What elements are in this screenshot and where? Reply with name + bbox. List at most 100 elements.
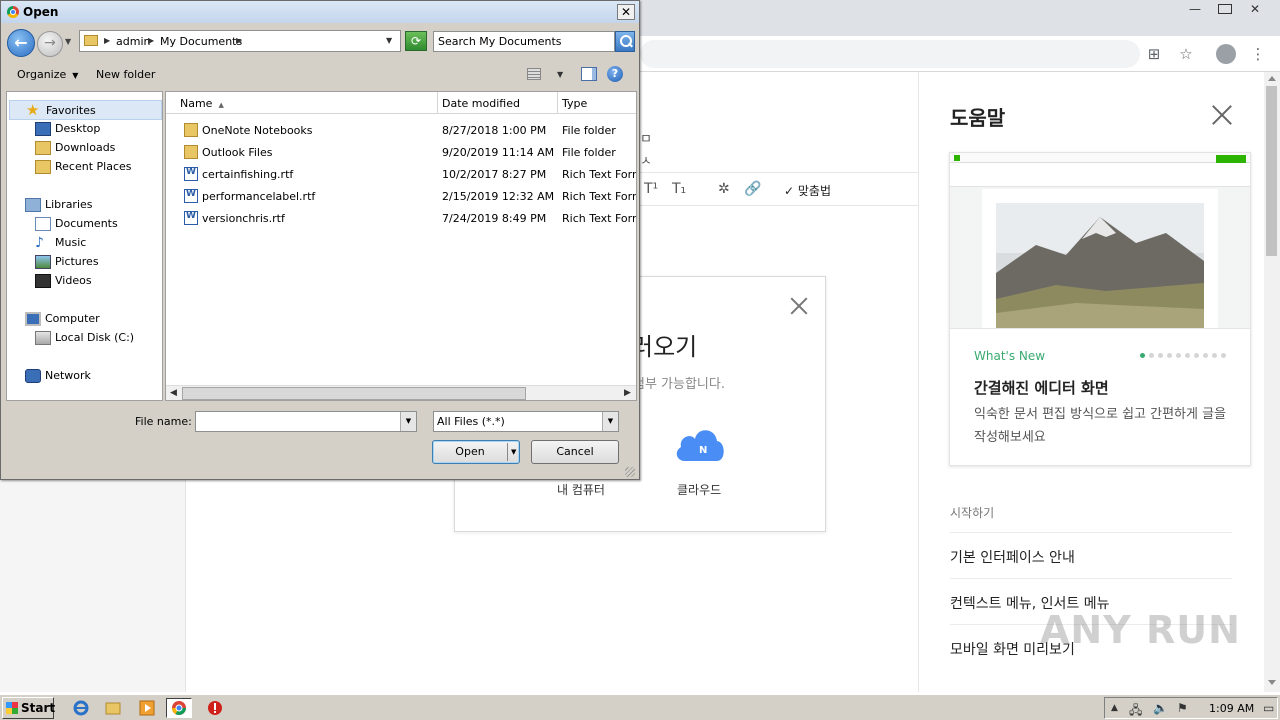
dialog-close-button[interactable]: ✕ [617, 4, 635, 20]
nav-item-local-disk[interactable]: Local Disk (C:) [35, 331, 134, 345]
file-row[interactable]: performancelabel.rtf 2/15/2019 12:32 AM … [166, 186, 636, 208]
chevron-down-icon[interactable]: ▼ [557, 70, 563, 79]
file-name-input[interactable] [196, 412, 396, 430]
carousel-dots[interactable] [1140, 353, 1226, 358]
link-icon[interactable]: 🔗 [744, 181, 761, 197]
nav-item-libraries[interactable]: Libraries [25, 198, 93, 212]
recent-pages-chevron-icon[interactable]: ▼ [65, 37, 71, 46]
chrome-taskbar-icon[interactable] [166, 698, 192, 718]
nav-item-favorites[interactable]: ★ Favorites [9, 100, 162, 120]
breadcrumb-admin[interactable]: admin [116, 35, 150, 48]
action-center-flag-icon[interactable]: ⚑ [1177, 701, 1188, 715]
change-view-icon[interactable] [527, 68, 541, 80]
special-char-icon[interactable]: ✲ [718, 181, 730, 197]
navigation-row: ← → ▼ ▶ admin ▶ My Documents ▶ ▼ ⟳ [1, 25, 639, 59]
file-type-filter[interactable]: All Files (*.*) ▼ [433, 411, 619, 432]
modal-close-icon[interactable] [787, 295, 811, 319]
dialog-title-bar[interactable]: Open ✕ [1, 1, 639, 23]
address-bar[interactable] [640, 40, 1140, 68]
nav-item-downloads[interactable]: Downloads [35, 141, 115, 155]
stop-sign-icon[interactable] [202, 698, 228, 718]
nav-item-pictures[interactable]: Pictures [35, 255, 99, 269]
internet-explorer-icon[interactable] [68, 698, 94, 718]
media-player-icon[interactable] [134, 698, 160, 718]
volume-icon[interactable]: 🔈 [1153, 701, 1168, 715]
chevron-right-icon[interactable]: ▶ [104, 36, 110, 45]
column-header-name[interactable]: Name ▲ [166, 92, 438, 114]
chrome-icon [7, 6, 19, 18]
breadcrumb-my-documents[interactable]: My Documents [160, 35, 242, 48]
file-name: OneNote Notebooks [202, 124, 313, 137]
preview-pane-icon[interactable] [581, 67, 597, 81]
column-header-type[interactable]: Type [558, 92, 636, 114]
column-label: Name [180, 97, 213, 110]
refresh-icon[interactable]: ⟳ [405, 31, 427, 51]
nav-item-computer[interactable]: Computer [25, 312, 100, 326]
hidden-text-fragment: ㅅ [640, 154, 652, 169]
search-box[interactable] [433, 31, 615, 52]
chevron-down-icon[interactable]: ▼ [602, 412, 618, 431]
scroll-up-icon[interactable] [1268, 76, 1276, 81]
file-row[interactable]: Outlook Files 9/20/2019 11:14 AM File fo… [166, 142, 636, 164]
file-row[interactable]: certainfishing.rtf 10/2/2017 8:27 PM Ric… [166, 164, 636, 186]
file-name-combo[interactable]: ▼ [195, 411, 417, 432]
file-row[interactable]: versionchris.rtf 7/24/2019 8:49 PM Rich … [166, 208, 636, 230]
nav-item-network[interactable]: Network [25, 369, 91, 383]
scroll-down-icon[interactable] [1268, 680, 1276, 685]
network-tray-icon[interactable]: 🖧 [1129, 701, 1142, 720]
nav-item-documents[interactable]: Documents [35, 217, 118, 231]
horizontal-scrollbar[interactable]: ◀ ▶ [166, 385, 636, 400]
scroll-thumb[interactable] [1266, 86, 1277, 256]
nav-item-videos[interactable]: Videos [35, 274, 92, 288]
nav-item-recent-places[interactable]: Recent Places [35, 160, 132, 174]
chevron-down-icon[interactable]: ▼ [400, 412, 416, 431]
search-icon[interactable] [615, 31, 635, 52]
folder-icon [184, 145, 198, 159]
file-explorer-icon[interactable] [100, 698, 126, 718]
resize-grip-icon[interactable] [625, 467, 635, 477]
profile-avatar-icon[interactable] [1214, 42, 1238, 66]
organize-menu[interactable]: Organize ▼ [17, 68, 78, 81]
bookmark-star-icon[interactable]: ☆ [1174, 42, 1198, 66]
cancel-button[interactable]: Cancel [531, 440, 619, 464]
file-row[interactable]: OneNote Notebooks 8/27/2018 1:00 PM File… [166, 120, 636, 142]
open-options-chevron-icon[interactable]: ▼ [511, 441, 516, 463]
superscript-button[interactable]: T¹ [644, 181, 658, 197]
close-window-button[interactable]: ✕ [1242, 0, 1268, 18]
minimize-button[interactable]: — [1182, 0, 1208, 18]
help-icon[interactable]: ? [607, 66, 623, 82]
recent-places-icon [35, 160, 51, 174]
new-folder-button[interactable]: New folder [96, 68, 155, 81]
browser-menu-icon[interactable]: ⋮ [1246, 42, 1270, 66]
chevron-right-icon[interactable]: ▶ [236, 36, 242, 45]
my-computer-option[interactable]: 내 컴퓨터 [557, 481, 605, 498]
scroll-thumb[interactable] [182, 387, 526, 400]
restore-button[interactable] [1212, 0, 1238, 18]
scroll-left-icon[interactable]: ◀ [170, 388, 177, 398]
rtf-document-icon [184, 211, 198, 225]
show-desktop-icon[interactable]: ▭ [1263, 701, 1274, 715]
subscript-button[interactable]: T₁ [672, 181, 686, 197]
forward-arrow-icon[interactable]: → [37, 31, 63, 57]
nav-item-desktop[interactable]: Desktop [35, 122, 100, 136]
search-input[interactable] [434, 32, 610, 50]
help-link[interactable]: 기본 인터페이스 안내 [950, 532, 1232, 578]
getting-started-label: 시작하기 [950, 506, 995, 520]
help-close-icon[interactable] [1211, 104, 1233, 126]
spellcheck-button[interactable]: ✓ 맞춤법 [784, 182, 831, 199]
translate-icon[interactable]: ⊞ [1142, 42, 1166, 66]
scroll-right-icon[interactable]: ▶ [624, 388, 631, 398]
cloud-icon[interactable]: N [673, 423, 727, 463]
start-button[interactable]: Start [2, 697, 55, 719]
page-scrollbar[interactable] [1264, 72, 1280, 692]
chevron-down-icon[interactable]: ▼ [386, 36, 392, 45]
column-header-date[interactable]: Date modified [438, 92, 558, 114]
breadcrumb[interactable]: ▶ admin ▶ My Documents ▶ ▼ [79, 30, 401, 52]
cloud-option[interactable]: 클라우드 [677, 481, 721, 498]
back-arrow-icon[interactable]: ← [7, 29, 35, 57]
tray-expand-icon[interactable]: ▲ [1111, 703, 1118, 713]
whats-new-card[interactable]: What's New 간결해진 에디터 화면 익숙한 문서 편집 방식으로 쉽고… [949, 152, 1251, 466]
chevron-right-icon[interactable]: ▶ [148, 36, 154, 45]
nav-item-music[interactable]: ♪ Music [35, 236, 86, 250]
open-button[interactable]: Open ▼ [432, 440, 520, 464]
